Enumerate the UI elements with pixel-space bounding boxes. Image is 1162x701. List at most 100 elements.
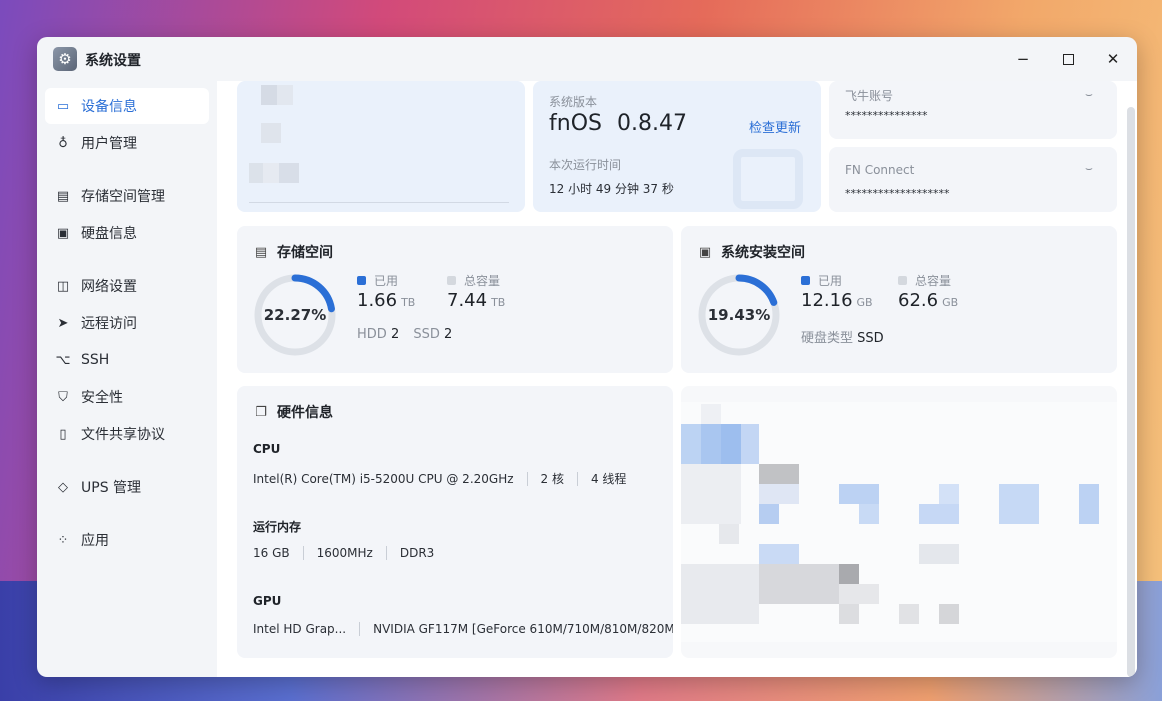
blurred-block <box>261 123 281 143</box>
apps-icon: ⁘ <box>57 532 69 548</box>
sidebar-item-device-info[interactable]: ▭ 设备信息 <box>45 88 209 124</box>
sidebar-item-storage[interactable]: ▤ 存储空间管理 <box>45 178 209 214</box>
cpu-cores: 2 核 <box>540 472 564 486</box>
account-value: *************** <box>845 109 928 122</box>
used-swatch <box>801 276 810 285</box>
blurred-block <box>261 85 277 105</box>
storage-usage-gauge: 22.27% <box>253 273 337 357</box>
total-label: 总容量 <box>915 274 952 288</box>
ram-speed: 1600MHz <box>316 546 373 560</box>
used-label: 已用 <box>374 274 399 288</box>
blurred-chart-card <box>681 386 1117 658</box>
sidebar-item-ups[interactable]: ◇ UPS 管理 <box>45 469 209 505</box>
sidebar-item-apps[interactable]: ⁘ 应用 <box>45 522 209 558</box>
account-label: 飞牛账号 <box>845 89 894 103</box>
title-bar[interactable]: ⚙ 系统设置 − ✕ <box>37 37 1137 81</box>
sidebar-item-users[interactable]: ♁ 用户管理 <box>45 125 209 161</box>
storage-total-value: 7.44 TB <box>447 290 505 311</box>
used-unit: GB <box>856 296 873 309</box>
gpu-label: GPU <box>253 594 282 608</box>
ssd-label: SSD <box>413 327 440 342</box>
blurred-block <box>263 163 279 183</box>
sidebar-item-network[interactable]: ◫ 网络设置 <box>45 268 209 304</box>
blurred-block <box>759 544 799 564</box>
storage-used-value: 1.66 TB <box>357 290 415 311</box>
blurred-block <box>721 424 741 464</box>
sidebar-item-security[interactable]: ⛉ 安全性 <box>45 379 209 415</box>
version-value: fnOS 0.8.47 <box>549 111 687 136</box>
total-label: 总容量 <box>464 274 501 288</box>
fnos-watermark <box>733 149 803 209</box>
settings-window: ⚙ 系统设置 − ✕ ▭ 设备信息 ♁ 用户管理 ▤ 存储空间管理 ▣ 硬盘信息… <box>37 37 1137 677</box>
disk-type-row: 硬盘类型 SSD <box>801 327 884 346</box>
sidebar-item-remote-access[interactable]: ➤ 远程访问 <box>45 305 209 341</box>
blurred-block <box>249 163 263 183</box>
shield-icon: ⛉ <box>58 389 68 405</box>
blurred-block <box>741 424 759 464</box>
blurred-block <box>919 504 959 524</box>
fn-connect-value: ******************* <box>845 187 950 200</box>
sidebar-item-label: 硬盘信息 <box>81 226 137 242</box>
hdd-count: 2 <box>390 327 400 342</box>
storage-card[interactable]: ▤ 存储空间 22.27% 已用 1.66 TB 总容量 7.44 TB HDD… <box>237 226 673 373</box>
version-label: 系统版本 <box>549 95 598 109</box>
sidebar-item-label: 安全性 <box>81 390 123 406</box>
total-unit: TB <box>491 296 506 309</box>
sidebar-item-file-sharing[interactable]: ▯ 文件共享协议 <box>45 416 209 452</box>
used-unit: TB <box>401 296 416 309</box>
sidebar-item-label: 存储空间管理 <box>81 189 165 205</box>
blurred-block <box>719 524 739 544</box>
hardware-card: ❐ 硬件信息 CPU Intel(R) Core(TM) i5-5200U CP… <box>237 386 673 658</box>
blurred-block <box>759 484 799 504</box>
eye-closed-icon[interactable]: ⌣ <box>1085 161 1093 176</box>
divider <box>249 202 509 203</box>
system-percent: 19.43% <box>707 306 771 324</box>
blurred-block <box>839 604 859 624</box>
device-image-card <box>237 81 525 212</box>
blurred-block <box>939 604 959 624</box>
used-number: 1.66 <box>357 290 398 311</box>
cpu-model: Intel(R) Core(TM) i5-5200U CPU @ 2.20GHz <box>253 471 514 486</box>
sidebar-item-ssh[interactable]: ⌥ SSH <box>45 342 209 378</box>
minimize-button[interactable]: − <box>1011 47 1035 71</box>
gpu-row: Intel HD Grap... NVIDIA GF117M [GeForce … <box>253 622 673 636</box>
storage-used-legend: 已用 <box>357 272 398 289</box>
blurred-block <box>701 424 721 464</box>
scrollbar[interactable] <box>1127 107 1135 677</box>
maximize-button[interactable] <box>1056 47 1080 71</box>
close-button[interactable]: ✕ <box>1101 47 1125 71</box>
blurred-block <box>839 564 859 584</box>
check-update-link[interactable]: 检查更新 <box>749 117 801 136</box>
blurred-block <box>279 163 299 183</box>
gpu-2: NVIDIA GF117M [GeForce 610M/710M/810M/82… <box>373 622 673 636</box>
blurred-block <box>681 564 759 624</box>
main-content: 系统版本 fnOS 0.8.47 检查更新 本次运行时间 12 小时 49 分钟… <box>217 81 1137 677</box>
ram-size: 16 GB <box>253 546 290 560</box>
disk-type-value: SSD <box>857 331 884 346</box>
blurred-block <box>277 85 293 105</box>
code-icon: ⌥ <box>55 352 71 368</box>
disk-icon: ▣ <box>698 244 712 260</box>
monitor-icon: ▭ <box>56 98 70 114</box>
power-shield-icon: ◇ <box>58 479 68 495</box>
used-number: 12.16 <box>801 290 853 311</box>
sidebar-item-disks[interactable]: ▣ 硬盘信息 <box>45 215 209 251</box>
total-swatch <box>898 276 907 285</box>
system-space-card[interactable]: ▣ 系统安装空间 19.43% 已用 12.16 GB 总容量 62.6 GB … <box>681 226 1117 373</box>
uptime-value: 12 小时 49 分钟 37 秒 <box>549 182 674 196</box>
gpu-1: Intel HD Grap... <box>253 622 347 636</box>
eye-closed-icon[interactable]: ⌣ <box>1085 87 1093 102</box>
sidebar-item-label: UPS 管理 <box>81 480 142 496</box>
system-total-legend: 总容量 <box>898 272 951 289</box>
blurred-block <box>859 504 879 524</box>
sidebar-item-label: 文件共享协议 <box>81 427 165 443</box>
blurred-block <box>759 564 839 604</box>
storage-icon: ▤ <box>254 244 268 260</box>
send-icon: ➤ <box>57 315 69 331</box>
total-unit: GB <box>942 296 959 309</box>
file-icon: ▯ <box>59 426 67 442</box>
blurred-block <box>701 404 721 424</box>
sidebar-item-label: 用户管理 <box>81 136 137 152</box>
ram-label: 运行内存 <box>253 520 302 534</box>
blurred-block <box>681 424 701 464</box>
